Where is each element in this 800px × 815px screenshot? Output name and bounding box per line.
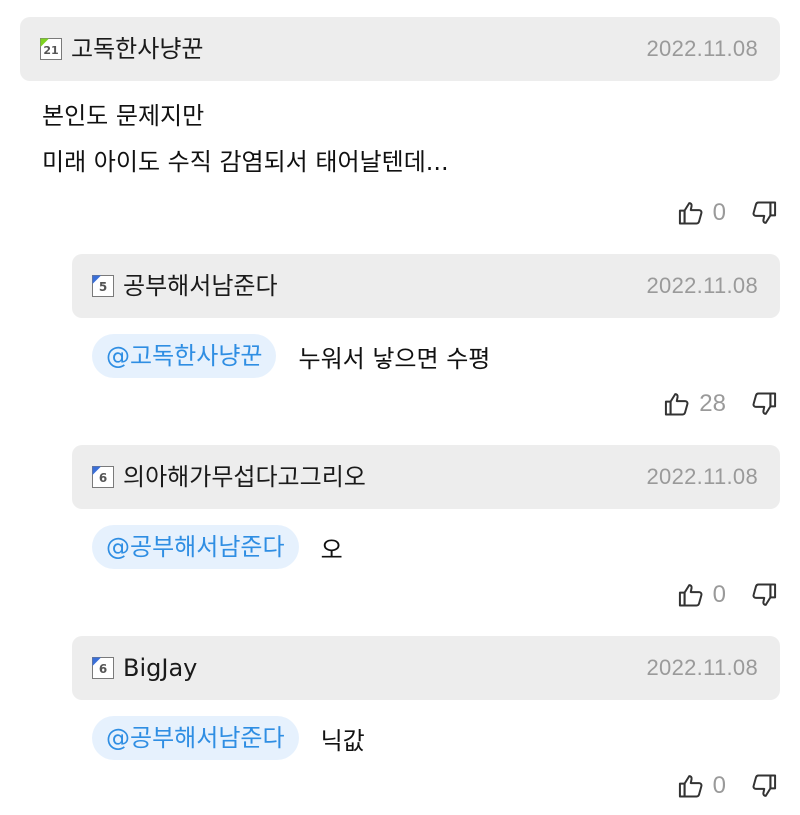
username: 의아해가무섭다고그리오 <box>123 463 366 491</box>
comment-date: 2022.11.08 <box>646 655 758 680</box>
level-6-icon: 6 <box>92 466 114 488</box>
comment-date: 2022.11.08 <box>646 464 758 489</box>
reply: 5 공부해서남준다 2022.11.08 @고독한사냥꾼 누워서 낳으면 수평 <box>72 254 780 382</box>
level-21-icon: 21 <box>40 38 62 60</box>
dislike-button[interactable] <box>750 199 778 227</box>
comment-author[interactable]: 5 공부해서남준다 <box>92 274 278 298</box>
reply: 6 의아해가무섭다고그리오 2022.11.08 @공부해서남준다 오 <box>72 445 780 573</box>
comment-body: @공부해서남준다 오 <box>72 509 780 573</box>
mention-chip[interactable]: @공부해서남준다 <box>92 525 299 569</box>
svg-text:6: 6 <box>99 662 107 676</box>
comment-body: @고독한사냥꾼 누워서 낳으면 수평 <box>72 318 780 382</box>
thumbs-up-icon <box>678 584 703 607</box>
vote-bar: 0 <box>677 199 778 227</box>
thumbs-down-icon <box>752 392 777 415</box>
like-count: 28 <box>699 390 726 417</box>
comment-author[interactable]: 6 의아해가무섭다고그리오 <box>92 465 366 489</box>
thumbs-down-icon <box>752 583 777 606</box>
username: 공부해서남준다 <box>123 272 278 300</box>
level-5-icon: 5 <box>92 275 114 297</box>
thumbs-up-icon <box>678 775 703 798</box>
reply: 6 BigJay 2022.11.08 @공부해서남준다 닉값 <box>72 636 780 764</box>
svg-text:21: 21 <box>43 44 58 57</box>
comment-date: 2022.11.08 <box>646 36 758 61</box>
thumbs-up-icon <box>665 393 689 416</box>
like-button[interactable]: 28 <box>663 390 750 418</box>
vote-bar: 28 <box>663 390 778 418</box>
comment-line: 본인도 문제지만 <box>42 102 205 130</box>
comment-body: 본인도 문제지만 미래 아이도 수직 감염되서 태어날텐데... <box>20 81 780 185</box>
comment-body: @공부해서남준다 닉값 <box>72 700 780 764</box>
svg-text:6: 6 <box>99 471 107 485</box>
vote-bar: 0 <box>677 581 778 609</box>
dislike-button[interactable] <box>750 581 778 609</box>
like-button[interactable]: 0 <box>677 772 750 800</box>
like-button[interactable]: 0 <box>677 199 750 227</box>
comment-header: 5 공부해서남준다 2022.11.08 <box>72 254 780 318</box>
thumbs-down-icon <box>752 201 777 224</box>
comment-author[interactable]: 6 BigJay <box>92 656 197 680</box>
like-count: 0 <box>712 581 726 608</box>
reply-text: 오 <box>320 535 343 564</box>
comment-date: 2022.11.08 <box>646 273 758 298</box>
thumbs-down-icon <box>752 774 777 797</box>
reply-text: 닉값 <box>320 726 365 755</box>
reply-text: 누워서 낳으면 수평 <box>298 344 491 373</box>
username: 고독한사냥꾼 <box>71 35 204 63</box>
like-count: 0 <box>712 199 726 226</box>
comment-header: 21 고독한사냥꾼 2022.11.08 <box>20 17 780 81</box>
dislike-button[interactable] <box>750 772 778 800</box>
comment-author[interactable]: 21 고독한사냥꾼 <box>40 37 203 61</box>
like-button[interactable]: 0 <box>677 581 750 609</box>
comment-line: 미래 아이도 수직 감염되서 태어날텐데... <box>42 148 449 176</box>
dislike-button[interactable] <box>750 390 778 418</box>
mention-chip[interactable]: @고독한사냥꾼 <box>92 334 277 378</box>
thumbs-up-icon <box>678 202 703 225</box>
svg-text:5: 5 <box>99 280 107 294</box>
comment-header: 6 BigJay 2022.11.08 <box>72 636 780 700</box>
username: BigJay <box>123 654 198 682</box>
vote-bar: 0 <box>677 772 778 800</box>
mention-chip[interactable]: @공부해서남준다 <box>92 716 299 760</box>
comment: 21 고독한사냥꾼 2022.11.08 본인도 문제지만 미래 아이도 수직 … <box>20 17 780 185</box>
level-6-icon: 6 <box>92 657 114 679</box>
comment-header: 6 의아해가무섭다고그리오 2022.11.08 <box>72 445 780 509</box>
like-count: 0 <box>712 772 726 799</box>
